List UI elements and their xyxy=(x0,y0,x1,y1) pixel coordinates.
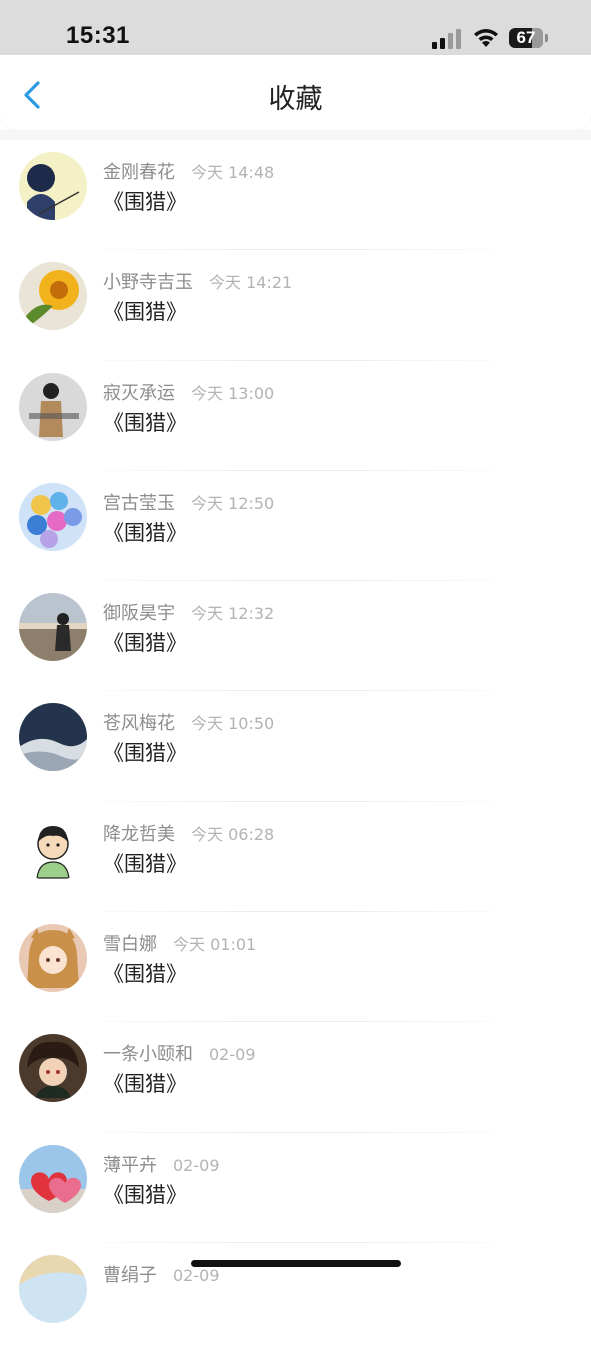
avatar[interactable] xyxy=(19,924,87,993)
item-time: 今天 14:21 xyxy=(209,273,293,293)
avatar[interactable] xyxy=(19,262,87,331)
avatar[interactable] xyxy=(19,1034,87,1103)
avatar[interactable] xyxy=(19,482,87,551)
list-item[interactable]: 小野寺吉玉 今天 14:21 《围猎》 xyxy=(0,250,591,361)
item-title: 《围猎》 xyxy=(103,962,187,987)
list-item[interactable]: 降龙哲美 今天 06:28 《围猎》 xyxy=(0,802,591,913)
list-item[interactable]: 御阪昊宇 今天 12:32 《围猎》 xyxy=(0,581,591,692)
status-bar: 15:31 67 xyxy=(0,0,591,55)
item-meta: 薄平卉 02-09 xyxy=(103,1151,220,1177)
item-meta: 宫古莹玉 今天 12:50 xyxy=(103,489,274,515)
item-time: 今天 06:28 xyxy=(191,824,275,844)
list-item[interactable]: 苍风梅花 今天 10:50 《围猎》 xyxy=(0,691,591,802)
page-title: 收藏 xyxy=(268,84,323,115)
list-item[interactable]: 寂灭承运 今天 13:00 《围猎》 xyxy=(0,361,591,471)
item-title: 《围猎》 xyxy=(103,190,187,214)
item-title: 《围猎》 xyxy=(103,741,187,766)
item-time: 02-09 xyxy=(173,1265,220,1285)
user-name: 曹绢子 xyxy=(103,1264,157,1286)
user-name: 小野寺吉玉 xyxy=(103,272,193,294)
home-indicator[interactable] xyxy=(191,1260,401,1267)
item-time: 今天 01:01 xyxy=(173,935,257,955)
item-time: 今天 13:00 xyxy=(191,383,275,403)
list-item[interactable]: 雪白娜 今天 01:01 《围猎》 xyxy=(0,912,591,1023)
user-name: 雪白娜 xyxy=(103,934,157,956)
header-gap xyxy=(0,130,591,140)
item-title: 《围猎》 xyxy=(103,300,187,325)
user-name: 薄平卉 xyxy=(103,1154,157,1176)
item-meta: 御阪昊宇 今天 12:32 xyxy=(103,599,274,625)
wifi-icon xyxy=(474,29,498,47)
nav-header: 收藏 xyxy=(0,55,591,130)
battery-cap xyxy=(545,34,548,42)
avatar[interactable] xyxy=(19,152,87,220)
item-title: 《围猎》 xyxy=(103,851,187,876)
user-name: 降龙哲美 xyxy=(103,823,175,845)
item-meta: 小野寺吉玉 今天 14:21 xyxy=(103,268,292,294)
item-time: 02-09 xyxy=(173,1155,220,1175)
avatar[interactable] xyxy=(19,1144,87,1213)
avatar[interactable] xyxy=(19,372,87,441)
item-title: 《围猎》 xyxy=(103,1182,187,1207)
item-meta: 雪白娜 今天 01:01 xyxy=(103,930,256,956)
item-title: 《围猎》 xyxy=(103,1072,187,1097)
item-time: 今天 14:48 xyxy=(191,163,275,182)
status-time: 15:31 xyxy=(66,22,130,49)
item-time: 今天 10:50 xyxy=(191,714,275,734)
avatar[interactable] xyxy=(19,1254,87,1323)
item-meta: 金刚春花 今天 14:48 xyxy=(103,158,274,184)
item-title: 《围猎》 xyxy=(103,520,187,545)
item-meta: 一条小颐和 02-09 xyxy=(103,1040,256,1066)
item-title: 《围猎》 xyxy=(103,410,187,435)
user-name: 御阪昊宇 xyxy=(103,603,175,625)
signal-icon xyxy=(432,29,461,49)
battery-level: 67 xyxy=(516,28,536,47)
user-name: 寂灭承运 xyxy=(103,382,175,404)
item-title: 《围猎》 xyxy=(103,631,187,656)
item-meta: 寂灭承运 今天 13:00 xyxy=(103,379,274,405)
list-item[interactable]: 薄平卉 02-09 《围猎》 xyxy=(0,1133,591,1243)
favorites-list: 金刚春花 今天 14:48 《围猎》 小野寺吉玉 今天 14:21 《围猎》 寂灭承… xyxy=(0,140,591,1353)
list-item[interactable]: 宫古莹玉 今天 12:50 《围猎》 xyxy=(0,471,591,582)
list-item[interactable]: 一条小颐和 02-09 《围猎》 xyxy=(0,1022,591,1133)
user-name: 金刚春花 xyxy=(103,162,175,183)
item-meta: 苍风梅花 今天 10:50 xyxy=(103,709,274,735)
avatar[interactable] xyxy=(19,703,87,772)
user-name: 宫古莹玉 xyxy=(103,492,175,514)
item-meta: 降龙哲美 今天 06:28 xyxy=(103,820,274,846)
avatar[interactable] xyxy=(19,593,87,662)
user-name: 一条小颐和 xyxy=(103,1044,193,1066)
item-time: 02-09 xyxy=(209,1045,256,1065)
item-time: 今天 12:50 xyxy=(191,493,275,513)
list-item[interactable]: 金刚春花 今天 14:48 《围猎》 xyxy=(0,140,591,251)
user-name: 苍风梅花 xyxy=(103,713,175,735)
avatar[interactable] xyxy=(19,813,87,882)
item-time: 今天 12:32 xyxy=(191,604,275,624)
battery-icon: 67 xyxy=(509,28,543,48)
